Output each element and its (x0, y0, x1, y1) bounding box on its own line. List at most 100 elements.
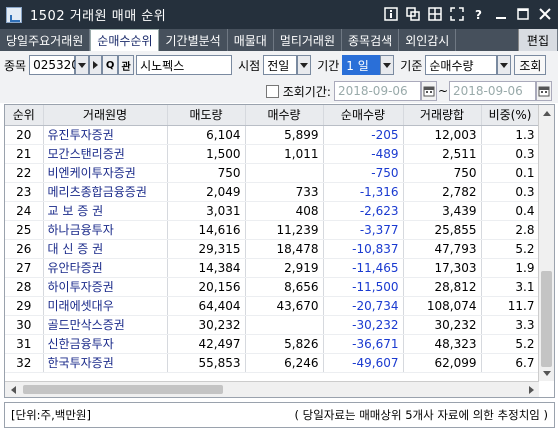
period-select[interactable]: 1 일 (342, 55, 381, 75)
tab-period-analysis[interactable]: 기간별분석 (159, 29, 228, 51)
cell-sell: 55,853 (167, 353, 246, 373)
cell-total: 48,323 (403, 334, 482, 354)
date-to-input[interactable]: 2018-09-06 (449, 81, 536, 101)
table-row[interactable]: 32 한국투자증권 55,853 6,246 -49,607 62,099 6.7 (5, 353, 540, 373)
cell-broker: 메리츠종합금융증권 (43, 182, 168, 202)
cell-total: 2,511 (403, 144, 482, 164)
vertical-scrollbar[interactable] (538, 105, 554, 381)
calendar-icon[interactable] (420, 81, 437, 101)
h-scroll-thumb[interactable] (23, 385, 223, 394)
status-bar: [단위:주,백만원] ( 당일자료는 매매상위 5개사 자료에 의한 추정치임 … (4, 402, 555, 428)
info-icon[interactable] (382, 5, 400, 23)
cell-net-buy: -3,377 (323, 220, 404, 240)
date-range-checkbox[interactable] (265, 84, 279, 98)
scroll-thumb[interactable] (541, 271, 552, 367)
cell-share: 1.3 (481, 125, 540, 145)
stock-code-input[interactable]: 025320 (29, 55, 79, 75)
cell-share: 0.3 (481, 182, 540, 202)
table-row[interactable]: 31 신한금융투자 42,497 5,826 -36,671 48,323 5.2 (5, 334, 540, 354)
market-label: 시점 (238, 58, 261, 73)
cell-buy: 11,239 (245, 220, 324, 240)
table-row[interactable]: 20 유진투자증권 6,104 5,899 -205 12,003 1.3 (5, 125, 540, 145)
cell-rank: 31 (5, 334, 44, 354)
period-dropdown[interactable] (380, 55, 395, 75)
date-from-input[interactable]: 2018-09-06 (333, 81, 421, 101)
cell-share: 11.7 (481, 296, 540, 316)
cell-total: 2,782 (403, 182, 482, 202)
tab-main-brokers[interactable]: 당일주요거래원 (0, 29, 91, 51)
cell-share: 2.8 (481, 220, 540, 240)
help-icon[interactable]: ? (470, 5, 488, 23)
cell-sell: 20,156 (167, 277, 246, 297)
cell-net-buy: -49,607 (323, 353, 404, 373)
period-label: 기간 (317, 58, 340, 73)
table-row[interactable]: 28 하이투자증권 20,156 8,656 -11,500 28,812 3.1 (5, 277, 540, 297)
header-net-buy[interactable]: 순매수량 (323, 105, 404, 126)
next-stock-button[interactable] (89, 55, 103, 75)
tab-foreign-watch[interactable]: 외인감시 (399, 29, 457, 51)
cell-rank: 28 (5, 277, 44, 297)
scroll-up-icon[interactable] (539, 105, 554, 121)
table-row[interactable]: 21 모간스탠리증권 1,500 1,011 -489 2,511 0.3 (5, 144, 540, 164)
stock-code-dropdown[interactable] (75, 55, 90, 75)
tab-volume-profile[interactable]: 매물대 (228, 29, 274, 51)
cell-buy: 6,246 (245, 353, 324, 373)
close-icon[interactable] (536, 5, 554, 23)
query-button[interactable]: 조회 (514, 55, 547, 75)
cell-net-buy: -1,316 (323, 182, 404, 202)
table-row[interactable]: 22 비엔케이투자증권 750 -750 750 0.1 (5, 163, 540, 183)
stock-label: 종목 (4, 58, 27, 73)
header-rank[interactable]: 순위 (5, 105, 44, 126)
edit-button[interactable]: 편집 (517, 29, 558, 51)
cell-sell: 2,049 (167, 182, 246, 202)
market-dropdown[interactable] (297, 55, 312, 75)
search-icon[interactable]: Q (102, 55, 119, 75)
header-sell-volume[interactable]: 매도량 (167, 105, 246, 126)
cell-net-buy: -20,734 (323, 296, 404, 316)
table-row[interactable]: 26 대 신 증 권 29,315 18,478 -10,837 47,793 5.2 (5, 239, 540, 259)
cell-net-buy: -750 (323, 163, 404, 183)
basis-select[interactable]: 순매수량 (425, 55, 498, 75)
tab-multi-broker[interactable]: 멀티거래원 (274, 29, 343, 51)
scroll-down-icon[interactable] (539, 365, 554, 381)
resize-icon[interactable] (448, 5, 466, 23)
table-row[interactable]: 23 메리츠종합금융증권 2,049 733 -1,316 2,782 0.3 (5, 182, 540, 202)
minimize-icon[interactable] (492, 5, 510, 23)
cell-buy: 8,656 (245, 277, 324, 297)
link-icon[interactable] (404, 5, 422, 23)
cell-total: 750 (403, 163, 482, 183)
header-buy-volume[interactable]: 매수량 (245, 105, 324, 126)
cell-total: 12,003 (403, 125, 482, 145)
stock-info-icon[interactable]: 관 (118, 55, 135, 75)
scroll-right-icon[interactable] (523, 382, 539, 397)
tab-stock-search[interactable]: 종목검색 (342, 29, 400, 51)
table-row[interactable]: 30 골드만삭스증권 30,232 -30,232 30,232 3.3 (5, 315, 540, 335)
maximize-icon[interactable] (514, 5, 532, 23)
table-row[interactable]: 25 하나금융투자 14,616 11,239 -3,377 25,855 2.8 (5, 220, 540, 240)
header-share[interactable]: 비중(%) (481, 105, 540, 126)
date-range-label: 조회기간: (282, 84, 331, 99)
cell-share: 0.3 (481, 144, 540, 164)
header-broker[interactable]: 거래원명 (43, 105, 168, 126)
cell-buy: 2,919 (245, 258, 324, 278)
table-row[interactable]: 24 교 보 증 권 3,031 408 -2,623 3,439 0.4 (5, 201, 540, 221)
cell-share: 5.2 (481, 239, 540, 259)
scroll-left-icon[interactable] (5, 382, 21, 397)
cell-rank: 30 (5, 315, 44, 335)
cell-sell: 30,232 (167, 315, 246, 335)
horizontal-scrollbar[interactable] (5, 381, 539, 397)
cell-rank: 22 (5, 163, 44, 183)
cell-buy: 408 (245, 201, 324, 221)
cell-sell: 64,404 (167, 296, 246, 316)
header-total-volume[interactable]: 거래량합 (403, 105, 482, 126)
market-select[interactable]: 전일 (263, 55, 298, 75)
table-row[interactable]: 29 미래에셋대우 64,404 43,670 -20,734 108,074 11.7 (5, 296, 540, 316)
tab-net-buy-ranking[interactable]: 순매수순위 (90, 29, 160, 51)
svg-text:?: ? (475, 8, 482, 21)
basis-dropdown[interactable] (497, 55, 512, 75)
calendar-icon[interactable] (536, 81, 552, 101)
cell-net-buy: -489 (323, 144, 404, 164)
cell-broker: 교 보 증 권 (43, 201, 168, 221)
layout-icon[interactable] (426, 5, 444, 23)
table-row[interactable]: 27 유안타증권 14,384 2,919 -11,465 17,303 1.9 (5, 258, 540, 278)
